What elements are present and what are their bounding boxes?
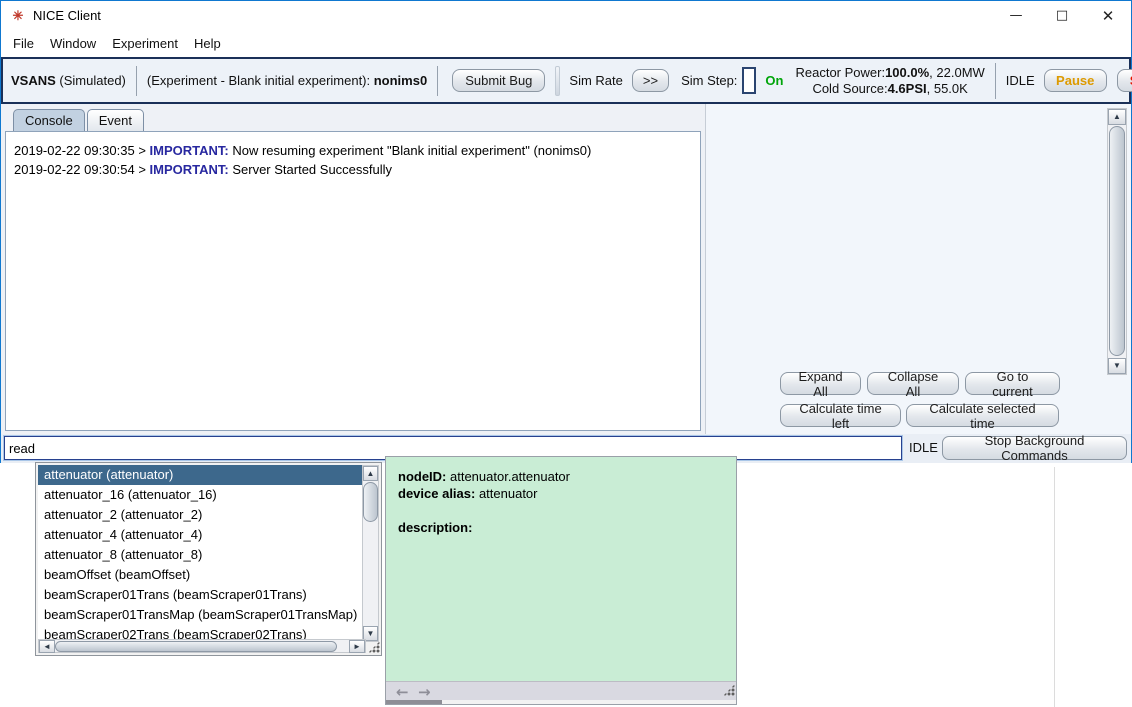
minimize-button[interactable]: — — [993, 1, 1039, 30]
main-area: Console Event 2019-02-22 09:30:35 > IMPO… — [1, 104, 1131, 434]
scrollbar-thumb[interactable] — [363, 482, 378, 522]
history-back-icon[interactable]: ← — [396, 682, 409, 701]
autocomplete-item[interactable]: attenuator_2 (attenuator_2) — [38, 505, 364, 525]
resize-grip-icon[interactable] — [368, 641, 380, 653]
scrollbar-thumb[interactable] — [55, 641, 337, 652]
maximize-button[interactable]: □ — [1039, 1, 1085, 30]
window-title: NICE Client — [33, 8, 101, 23]
blank-line — [398, 502, 724, 519]
autocomplete-item[interactable]: attenuator_4 (attenuator_4) — [38, 525, 364, 545]
scroll-up-icon[interactable]: ▲ — [1108, 109, 1126, 125]
description-line: description: — [398, 519, 724, 536]
autocomplete-item[interactable]: attenuator_8 (attenuator_8) — [38, 545, 364, 565]
close-button[interactable]: ✕ — [1085, 1, 1131, 30]
stop-background-commands-button[interactable]: Stop Background Commands — [942, 436, 1127, 460]
scroll-up-icon[interactable]: ▲ — [363, 466, 378, 481]
device-alias-line: device alias: attenuator — [398, 485, 724, 502]
sim-step-input[interactable] — [742, 67, 756, 94]
menu-experiment[interactable]: Experiment — [104, 33, 186, 55]
cold-source-line: Cold Source:4.6PSI, 55.0K — [812, 81, 967, 96]
expand-all-button[interactable]: Expand All — [780, 372, 861, 395]
window-controls: — □ ✕ — [993, 1, 1131, 30]
pause-button[interactable]: Pause — [1044, 69, 1107, 92]
queue-panel: ▲ ▼ Expand All Collapse All Go to curren… — [705, 104, 1131, 434]
tab-event[interactable]: Event — [87, 109, 144, 132]
menu-help[interactable]: Help — [186, 33, 229, 55]
nice-logo-icon: ✳ — [10, 8, 26, 24]
menu-bar: File Window Experiment Help — [1, 30, 1131, 57]
nice-client-window: ✳ NICE Client — □ ✕ File Window Experime… — [0, 0, 1132, 463]
instrument-label: VSANS (Simulated) — [11, 73, 126, 88]
console-panel: Console Event 2019-02-22 09:30:35 > IMPO… — [1, 104, 704, 434]
toolbar-separator — [437, 66, 438, 96]
device-info-content: nodeID: attenuator.attenuator device ali… — [386, 457, 736, 681]
reactor-status: Reactor Power:100.0%, 22.0MW Cold Source… — [795, 65, 984, 97]
scrollbar-thumb[interactable] — [386, 700, 442, 704]
device-info-popup: nodeID: attenuator.attenuator device ali… — [385, 456, 737, 705]
toolbar: VSANS (Simulated) (Experiment - Blank in… — [1, 57, 1131, 104]
toolbar-separator — [136, 66, 137, 96]
console-log-line: 2019-02-22 09:30:54 > IMPORTANT: Server … — [14, 160, 692, 179]
device-info-horizontal-scrollbar[interactable] — [386, 700, 736, 704]
reactor-power-line: Reactor Power:100.0%, 22.0MW — [795, 65, 984, 80]
history-forward-icon[interactable]: → — [418, 682, 431, 701]
autocomplete-item[interactable]: beamScraper01Trans (beamScraper01Trans) — [38, 585, 364, 605]
scroll-right-icon[interactable]: ► — [349, 640, 365, 653]
console-log-line: 2019-02-22 09:30:35 > IMPORTANT: Now res… — [14, 141, 692, 160]
scroll-down-icon[interactable]: ▼ — [1108, 358, 1126, 374]
autocomplete-list: attenuator (attenuator) attenuator_16 (a… — [38, 465, 364, 642]
menu-window[interactable]: Window — [42, 33, 104, 55]
title-bar[interactable]: ✳ NICE Client — □ ✕ — [1, 1, 1131, 30]
calculate-selected-time-button[interactable]: Calculate selected time — [906, 404, 1059, 427]
submit-bug-button[interactable]: Submit Bug — [452, 69, 545, 92]
collapse-all-button[interactable]: Collapse All — [867, 372, 959, 395]
stop-button[interactable]: Stop — [1117, 69, 1132, 92]
autocomplete-horizontal-scrollbar[interactable]: ◄ ► — [38, 639, 366, 653]
autocomplete-vertical-scrollbar[interactable]: ▲ ▼ — [362, 465, 379, 642]
autocomplete-item[interactable]: attenuator_16 (attenuator_16) — [38, 485, 364, 505]
node-id-line: nodeID: attenuator.attenuator — [398, 468, 724, 485]
autocomplete-item[interactable]: beamOffset (beamOffset) — [38, 565, 364, 585]
scrollbar-thumb[interactable] — [1109, 126, 1125, 356]
calculate-time-left-button[interactable]: Calculate time left — [780, 404, 901, 427]
sim-rate-label: Sim Rate — [569, 73, 622, 88]
tab-console[interactable]: Console — [13, 109, 85, 132]
tab-row: Console Event — [13, 109, 146, 132]
queue-status: IDLE — [1006, 73, 1035, 88]
sim-step-label: Sim Step: — [681, 73, 737, 88]
device-info-footer: ← → — [386, 681, 736, 700]
background-window-edge — [1054, 467, 1055, 707]
autocomplete-popup: attenuator (attenuator) attenuator_16 (a… — [35, 462, 382, 656]
queue-scrollbar[interactable]: ▲ ▼ — [1107, 108, 1127, 375]
console-log[interactable]: 2019-02-22 09:30:35 > IMPORTANT: Now res… — [5, 131, 701, 431]
fast-forward-button[interactable]: >> — [632, 69, 669, 92]
autocomplete-item[interactable]: beamScraper01TransMap (beamScraper01Tran… — [38, 605, 364, 625]
menu-file[interactable]: File — [11, 33, 42, 55]
toolbar-drag-handle[interactable] — [555, 66, 560, 96]
resize-grip-icon[interactable] — [723, 684, 735, 696]
sim-on-status: On — [765, 73, 783, 88]
scroll-left-icon[interactable]: ◄ — [39, 640, 55, 653]
toolbar-separator — [995, 63, 996, 99]
autocomplete-item[interactable]: attenuator (attenuator) — [38, 465, 364, 485]
command-status: IDLE — [909, 440, 938, 455]
go-to-current-button[interactable]: Go to current — [965, 372, 1060, 395]
experiment-label: (Experiment - Blank initial experiment):… — [147, 73, 427, 88]
